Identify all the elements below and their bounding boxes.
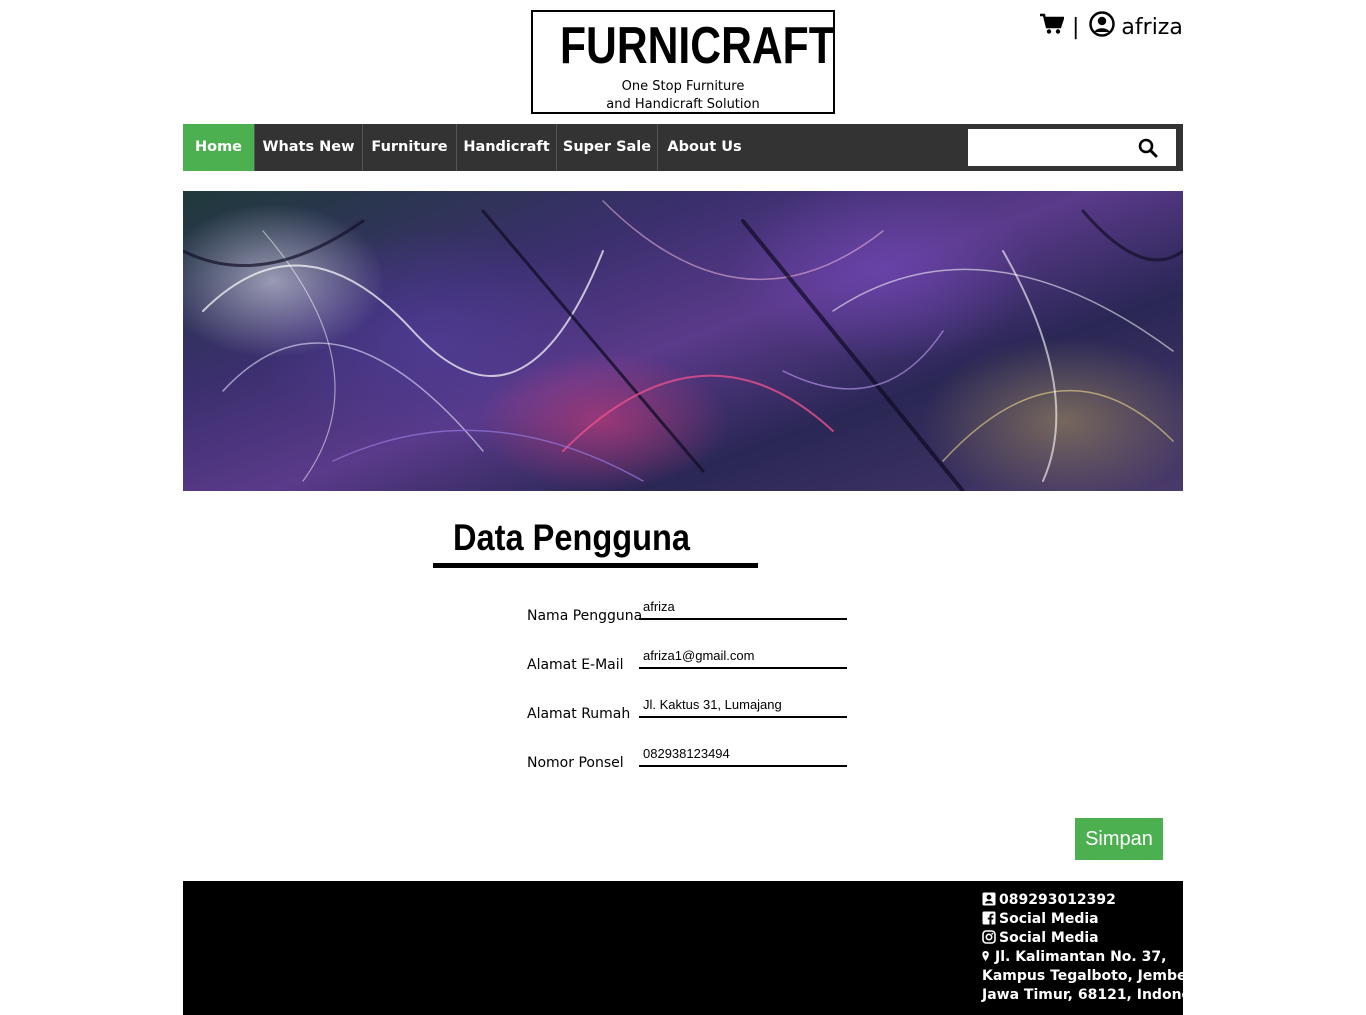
map-marker-icon <box>982 951 989 961</box>
cart-icon[interactable] <box>1040 13 1065 41</box>
label-nama-pengguna: Nama Pengguna <box>527 608 643 624</box>
nav-whats-new[interactable]: Whats New <box>255 124 363 171</box>
search-input[interactable] <box>968 129 1144 166</box>
contact-facebook[interactable]: Social Media <box>982 910 1214 929</box>
nav-home[interactable]: Home <box>183 124 255 171</box>
instagram-icon <box>982 930 996 944</box>
nav-handicraft[interactable]: Handicraft <box>457 124 557 171</box>
user-circle-icon[interactable] <box>1089 11 1116 43</box>
alamat-email-input[interactable] <box>639 643 847 669</box>
nav-about-us[interactable]: About Us <box>658 124 751 171</box>
nama-pengguna-input[interactable] <box>639 594 847 620</box>
contact-card-icon <box>982 892 996 906</box>
save-button[interactable]: Simpan <box>1075 818 1163 860</box>
page-title: Data Pengguna <box>453 517 691 558</box>
hero-banner <box>183 191 1183 491</box>
nav-furniture[interactable]: Furniture <box>363 124 457 171</box>
contact-info: 089293012392 Social Media Social Media J… <box>982 891 1214 1005</box>
title-underline <box>433 563 758 568</box>
main-navbar: Home Whats New Furniture Handicraft Supe… <box>183 124 1183 171</box>
site-logo[interactable]: FURNICRAFT One Stop Furniture and Handic… <box>531 10 835 114</box>
search-box <box>968 129 1176 166</box>
label-alamat-rumah: Alamat Rumah <box>527 706 631 722</box>
contact-phone: 089293012392 <box>982 891 1214 910</box>
separator: | <box>1072 14 1080 40</box>
alamat-rumah-input[interactable] <box>639 692 847 718</box>
user-menu: | afriza <box>1040 11 1183 43</box>
address-line-1: Jl. Kalimantan No. 37, <box>995 949 1167 965</box>
username[interactable]: afriza <box>1121 15 1182 40</box>
address-line-3: Jawa Timur, 68121, Indonesia <box>982 987 1214 1003</box>
nav-super-sale[interactable]: Super Sale <box>557 124 658 171</box>
logo-title: FURNICRAFT <box>560 17 835 75</box>
contact-instagram[interactable]: Social Media <box>982 929 1214 948</box>
facebook-label: Social Media <box>999 911 1099 927</box>
address-line-2: Kampus Tegalboto, Jember, <box>982 968 1197 984</box>
logo-tagline: One Stop Furniture and Handicraft Soluti… <box>533 78 833 114</box>
label-nomor-ponsel: Nomor Ponsel <box>527 755 624 771</box>
phone-number: 089293012392 <box>999 892 1116 908</box>
nomor-ponsel-input[interactable] <box>639 741 847 767</box>
facebook-icon <box>982 911 996 925</box>
tagline-line-2: and Handicraft Solution <box>606 97 760 112</box>
search-icon[interactable] <box>1138 138 1158 158</box>
label-alamat-email: Alamat E-Mail <box>527 657 624 673</box>
tagline-line-1: One Stop Furniture <box>621 79 745 94</box>
contact-address: Jl. Kalimantan No. 37, <box>982 948 1214 967</box>
footer: 089293012392 Social Media Social Media J… <box>183 881 1214 1015</box>
instagram-label: Social Media <box>999 930 1099 946</box>
